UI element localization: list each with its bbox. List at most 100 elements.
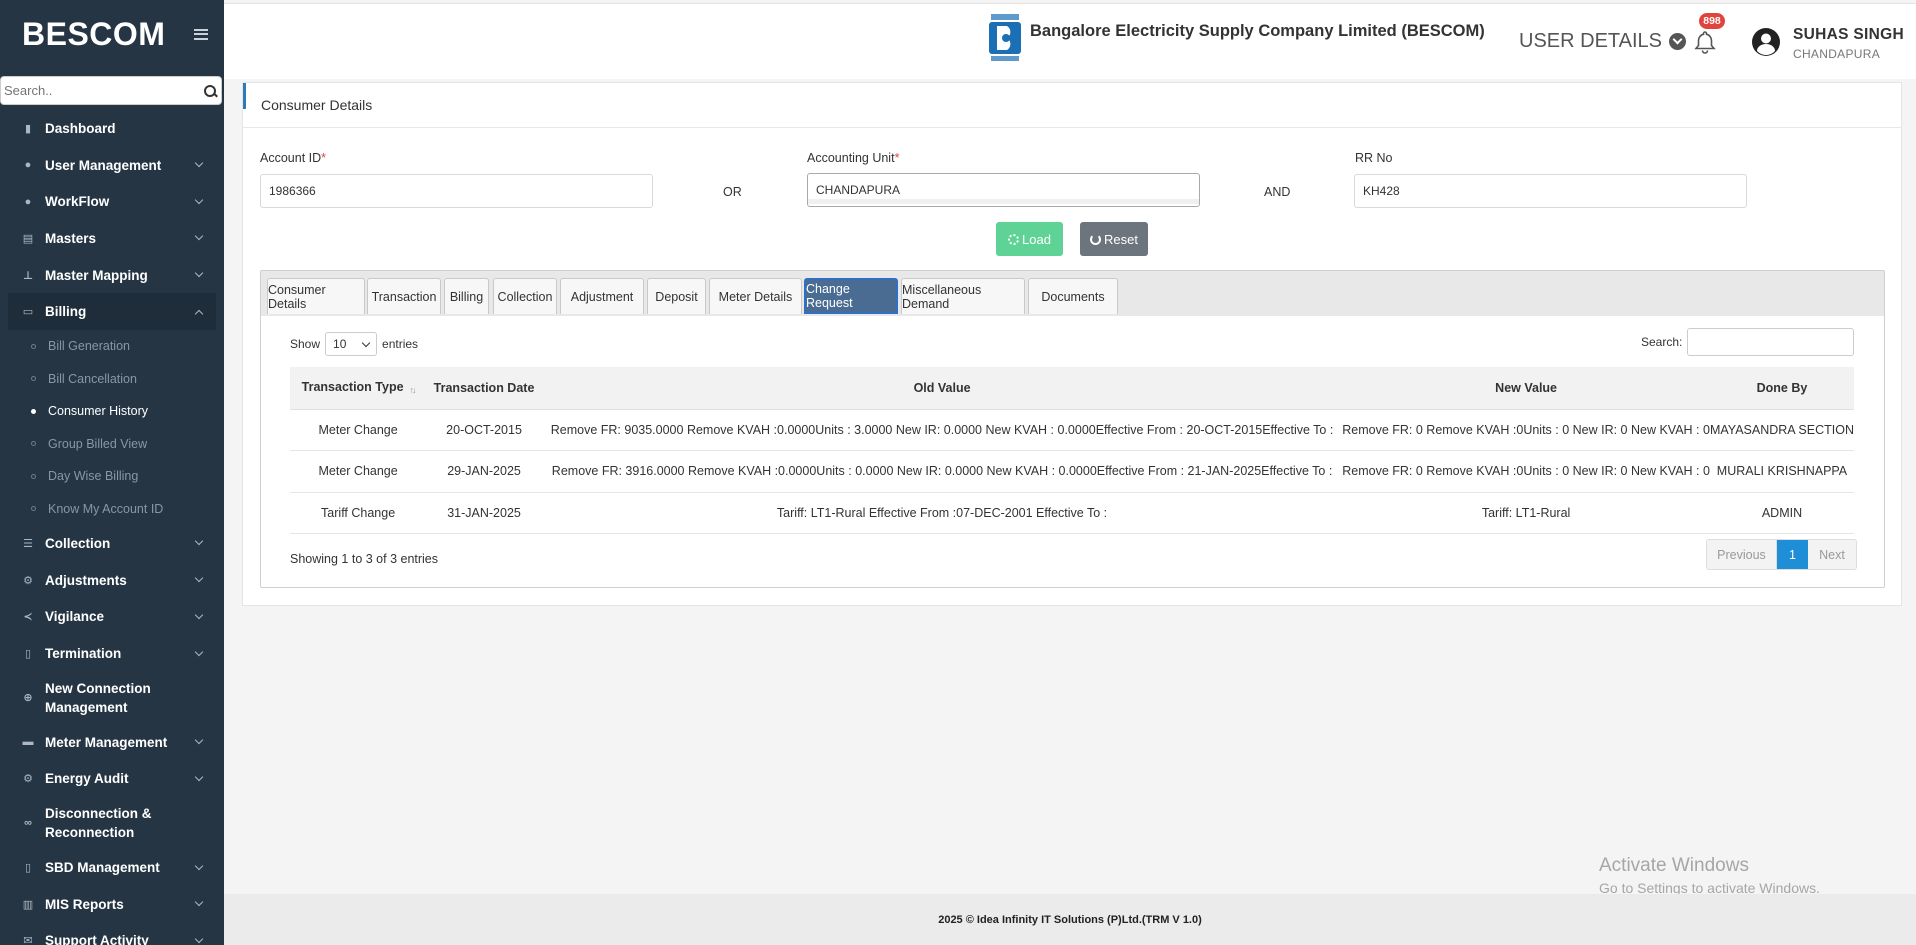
sidebar-item-energy-audit[interactable]: ⚙ Energy Audit (0, 761, 224, 798)
bell-icon[interactable] (1694, 30, 1716, 54)
column-header[interactable]: New Value (1342, 367, 1710, 410)
chevron-down-icon (1669, 33, 1686, 50)
submenu-item-know-my-account-id[interactable]: Know My Account ID (0, 493, 224, 526)
trash-icon: ▯ (24, 648, 32, 661)
bullet-icon (31, 376, 36, 382)
sidebar-item-label: WorkFlow (45, 194, 110, 210)
table-cell: 31-JAN-2025 (426, 492, 542, 534)
avatar-icon[interactable] (1751, 27, 1781, 57)
column-header[interactable]: Transaction Type ↑↓ (290, 367, 427, 410)
show-label: Show (290, 337, 321, 351)
chevron-down-icon (194, 195, 204, 204)
mobile-icon: ▯ (24, 862, 32, 875)
table-cell: 20-OCT-2015 (426, 409, 542, 451)
sidebar-item-collection[interactable]: ☰ Collection (0, 525, 224, 562)
table-row[interactable]: Meter Change 29-JAN-2025 Remove FR: 3916.0… (290, 450, 1854, 493)
tab-billing[interactable]: Billing (444, 278, 489, 314)
table-header-row: Transaction Type ↑↓ Transaction Date Old … (290, 367, 1854, 410)
tab-meter-details[interactable]: Meter Details (709, 278, 802, 314)
sidebar-item-workflow[interactable]: ● WorkFlow (0, 183, 224, 220)
link-icon: ∞ (24, 817, 32, 830)
table-cell: MURALI KRISHNAPPA (1709, 450, 1854, 493)
sidebar-item-termination[interactable]: ▯ Termination (0, 635, 224, 672)
tab-collection[interactable]: Collection (493, 278, 557, 314)
table-search-label: Search: (1641, 335, 1683, 349)
rr-no-input[interactable] (1354, 174, 1747, 208)
account-id-input[interactable] (260, 174, 653, 208)
bullet-icon (31, 506, 36, 512)
tab-miscellaneous-demand[interactable]: Miscellaneous Demand (901, 278, 1025, 314)
sidebar-item-disconnection-reconnection[interactable]: ∞ Disconnection & Reconnection (0, 797, 224, 849)
sidebar-item-adjustments[interactable]: ⚙ Adjustments (0, 562, 224, 599)
tab-adjustment[interactable]: Adjustment (560, 278, 644, 314)
sidebar-item-master-mapping[interactable]: ⊥ Master Mapping (0, 257, 224, 294)
sidebar-item-vigilance[interactable]: ≺ Vigilance (0, 599, 224, 636)
next-page-button[interactable]: Next (1808, 540, 1856, 569)
bar-chart-icon: ▥ (22, 898, 34, 911)
submenu-item-group-billed-view[interactable]: Group Billed View (0, 428, 224, 461)
table-cell: Meter Change (290, 409, 427, 451)
sidebar-item-new-connection-management[interactable]: ⊕ New Connection Management (0, 672, 224, 724)
top-header: Bangalore Electricity Supply Company Lim… (224, 3, 1916, 79)
chevron-down-icon (194, 898, 204, 907)
user-name: SUHAS SINGH (1793, 26, 1904, 43)
change-request-table: Transaction Type ↑↓ Transaction Date Old … (290, 367, 1854, 534)
column-header[interactable]: Transaction Date (426, 367, 542, 410)
table-cell: Remove FR: 0 Remove KVAH :0Units : 0 New… (1342, 450, 1710, 493)
sidebar-item-meter-management[interactable]: ▬ Meter Management (0, 724, 224, 761)
tab-transaction[interactable]: Transaction (367, 278, 441, 314)
sidebar-item-dashboard[interactable]: ▮ Dashboard (0, 110, 224, 147)
table-cell: Remove FR: 3916.0000 Remove KVAH :0.0000… (541, 450, 1343, 493)
sidebar-item-mis-reports[interactable]: ▥ MIS Reports (0, 886, 224, 923)
tab-change-request[interactable]: Change Request (804, 278, 898, 314)
sidebar-item-user-management[interactable]: ● User Management (0, 147, 224, 184)
table-body: Meter Change 20-OCT-2015 Remove FR: 9035.0… (290, 409, 1854, 534)
table-cell: 29-JAN-2025 (426, 450, 542, 493)
rr-no-label: RR No (1355, 151, 1393, 165)
sidebar-item-billing[interactable]: ▭ Billing (8, 293, 216, 331)
brand-name[interactable]: BESCOM (22, 16, 165, 53)
previous-page-button[interactable]: Previous (1707, 540, 1777, 569)
sidebar-brand: BESCOM (0, 0, 224, 68)
table-cell: Tariff Change (290, 492, 427, 534)
page-length-select[interactable]: 10 (325, 332, 378, 356)
reset-button[interactable]: Reset (1080, 222, 1148, 256)
table-row[interactable]: Meter Change 20-OCT-2015 Remove FR: 9035.0… (290, 409, 1854, 451)
sidebar-item-support-activity[interactable]: ✉ Support Activity (0, 923, 224, 945)
chevron-down-icon (194, 537, 204, 546)
search-icon[interactable] (199, 80, 221, 102)
meter-icon: ▬ (22, 736, 34, 749)
table-cell: Tariff: LT1-Rural Effective From :07-DEC… (541, 492, 1343, 534)
user-icon: ● (24, 159, 32, 172)
page-1-button[interactable]: 1 (1777, 540, 1808, 569)
sidebar-item-label: New Connection Management (45, 680, 151, 715)
sidebar-search-input[interactable] (1, 77, 199, 104)
submenu-item-day-wise-billing[interactable]: Day Wise Billing (0, 460, 224, 493)
tab-consumer-details[interactable]: Consumer Details (267, 278, 365, 314)
accounting-unit-select[interactable]: CHANDAPURA (807, 173, 1200, 207)
sidebar-nav-bottom: ☰ Collection ⚙ Adjustments ≺ Vigilance ▯ Termin… (0, 525, 224, 945)
chevron-down-icon (194, 158, 204, 168)
load-button[interactable]: Load (996, 222, 1063, 256)
menu-toggle-icon[interactable] (194, 28, 208, 40)
table-row[interactable]: Tariff Change 31-JAN-2025 Tariff: LT1-Rura… (290, 492, 1854, 534)
user-details-dropdown[interactable]: USER DETAILS (1519, 30, 1686, 53)
sidebar-item-label: Master Mapping (45, 267, 148, 283)
submenu-item-consumer-history[interactable]: Consumer History (0, 395, 224, 428)
table-cell: ADMIN (1709, 492, 1854, 534)
column-header[interactable]: Old Value (541, 367, 1343, 410)
sidebar-item-masters[interactable]: ▤ Masters (0, 220, 224, 257)
table-search-input[interactable] (1687, 328, 1854, 356)
tab-documents[interactable]: Documents (1028, 278, 1118, 314)
column-header[interactable]: Done By (1709, 367, 1854, 410)
pagination: Previous 1 Next (1706, 539, 1857, 570)
sidebar-item-label: Adjustments (45, 572, 127, 588)
adjust-icon: ⚙ (23, 574, 33, 587)
submenu-item-bill-generation[interactable]: Bill Generation (0, 330, 224, 363)
billing-submenu: Bill Generation Bill Cancellation Consumer… (0, 330, 224, 525)
sidebar-item-sbd-management[interactable]: ▯ SBD Management (0, 849, 224, 886)
table-info: Showing 1 to 3 of 3 entries (290, 552, 439, 566)
tab-deposit[interactable]: Deposit (647, 278, 706, 314)
submenu-item-bill-cancellation[interactable]: Bill Cancellation (0, 363, 224, 396)
support-icon: ✉ (23, 935, 33, 945)
